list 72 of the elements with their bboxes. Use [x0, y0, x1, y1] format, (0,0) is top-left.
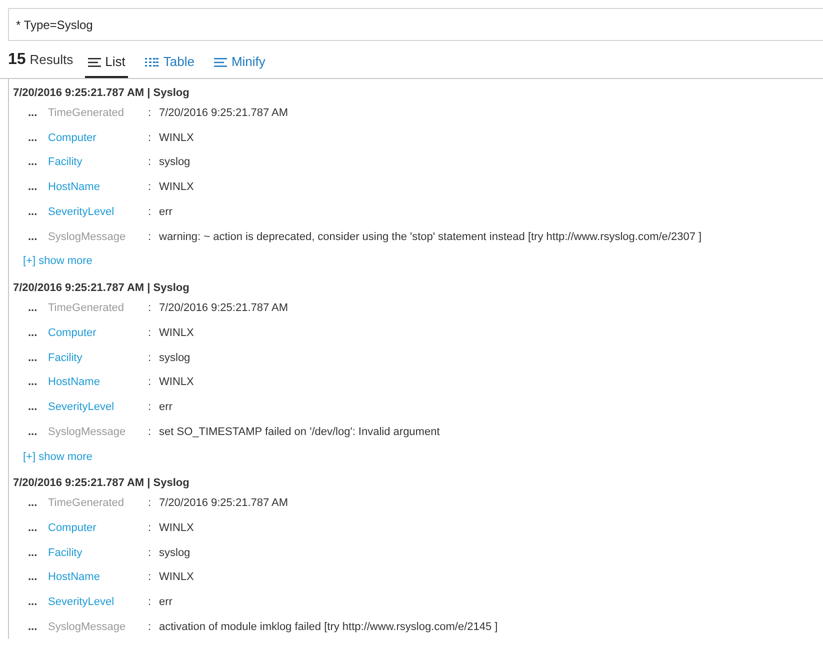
more-dots[interactable]: ...	[28, 520, 48, 537]
more-dots[interactable]: ...	[28, 154, 48, 171]
field-value: 7/20/2016 9:25:21.787 AM	[159, 106, 288, 122]
entry-header: 7/20/2016 9:25:21.787 AM | Syslog	[13, 476, 190, 492]
more-dots[interactable]: ...	[28, 324, 48, 342]
colon-separator: :	[148, 620, 152, 635]
field-value: WINLX	[159, 180, 194, 196]
colon-separator: :	[148, 424, 152, 440]
field-name: SyslogMessage	[48, 230, 127, 245]
more-dots[interactable]: ...	[28, 594, 48, 611]
field-value: err	[159, 204, 172, 220]
colon-separator: :	[148, 230, 152, 245]
entry-header: 7/20/2016 9:25:21.787 AM | Syslog	[13, 86, 190, 101]
field-value: WINLX	[159, 521, 194, 536]
list-icon	[88, 58, 102, 66]
colon-separator: :	[148, 204, 152, 220]
field-value: 7/20/2016 9:25:21.787 AM	[159, 496, 288, 512]
colon-separator: :	[148, 496, 152, 512]
field-value: err	[159, 400, 172, 415]
view-tab[interactable]: Minify	[211, 48, 268, 78]
colon-separator: :	[148, 326, 152, 341]
list-icon	[214, 58, 228, 66]
more-dots[interactable]: ...	[28, 569, 48, 586]
colon-separator: :	[148, 546, 152, 561]
field-name: SyslogMessage	[48, 620, 127, 635]
field-name: TimeGenerated	[48, 106, 126, 122]
more-dots[interactable]: ...	[28, 544, 48, 562]
more-dots[interactable]: ...	[28, 495, 48, 512]
colon-separator: :	[148, 106, 152, 122]
view-tab[interactable]: Table	[142, 48, 198, 78]
grid-icon	[145, 58, 160, 66]
field-value: activation of module imklog failed [try http://www.rsyslog.com/e/2145 ]	[159, 620, 498, 635]
field-name: TimeGenerated	[48, 496, 126, 512]
results-count: 15	[8, 50, 26, 70]
colon-separator: :	[148, 521, 152, 536]
more-dots[interactable]: ...	[28, 300, 48, 317]
more-dots[interactable]: ...	[28, 130, 48, 146]
field-name: TimeGenerated	[48, 301, 126, 316]
field-value: syslog	[159, 155, 190, 170]
colon-separator: :	[148, 180, 152, 196]
field-value: syslog	[159, 350, 190, 366]
colon-separator: :	[148, 375, 152, 390]
more-dots[interactable]: ...	[28, 105, 48, 122]
colon-separator: :	[148, 570, 152, 586]
field-name: SyslogMessage	[48, 424, 127, 440]
colon-separator: :	[148, 130, 152, 146]
field-value: WINLX	[159, 570, 194, 586]
field-value: 7/20/2016 9:25:21.787 AM	[159, 301, 288, 316]
field-value: err	[159, 595, 172, 610]
field-value: WINLX	[159, 326, 194, 341]
colon-separator: :	[148, 301, 152, 316]
more-dots[interactable]: ...	[28, 204, 48, 220]
field-value: syslog	[159, 546, 190, 561]
field-value: warning: ~ action is deprecated, consider using the 'stop' statement instead [try http://www.rsyslog.com/e/2307 ]	[159, 230, 702, 245]
view-tab[interactable]: List	[85, 48, 128, 78]
colon-separator: :	[148, 400, 152, 415]
field-value: WINLX	[159, 130, 194, 146]
more-dots[interactable]: ...	[28, 618, 48, 636]
results-label: Results	[30, 51, 74, 69]
more-dots[interactable]: ...	[28, 424, 48, 440]
more-dots[interactable]: ...	[28, 374, 48, 391]
search-field[interactable]: * Type=Syslog	[8, 8, 823, 41]
colon-separator: :	[148, 595, 152, 610]
colon-separator: :	[148, 155, 152, 170]
colon-separator: :	[148, 350, 152, 366]
more-dots[interactable]: ...	[28, 179, 48, 196]
field-value: WINLX	[159, 375, 194, 390]
more-dots[interactable]: ...	[28, 228, 48, 246]
more-dots[interactable]: ...	[28, 398, 48, 416]
entry-header: 7/20/2016 9:25:21.787 AM | Syslog	[13, 281, 190, 296]
more-dots[interactable]: ...	[28, 350, 48, 366]
field-value: set SO_TIMESTAMP failed on '/dev/log': Invalid argument	[159, 424, 440, 440]
